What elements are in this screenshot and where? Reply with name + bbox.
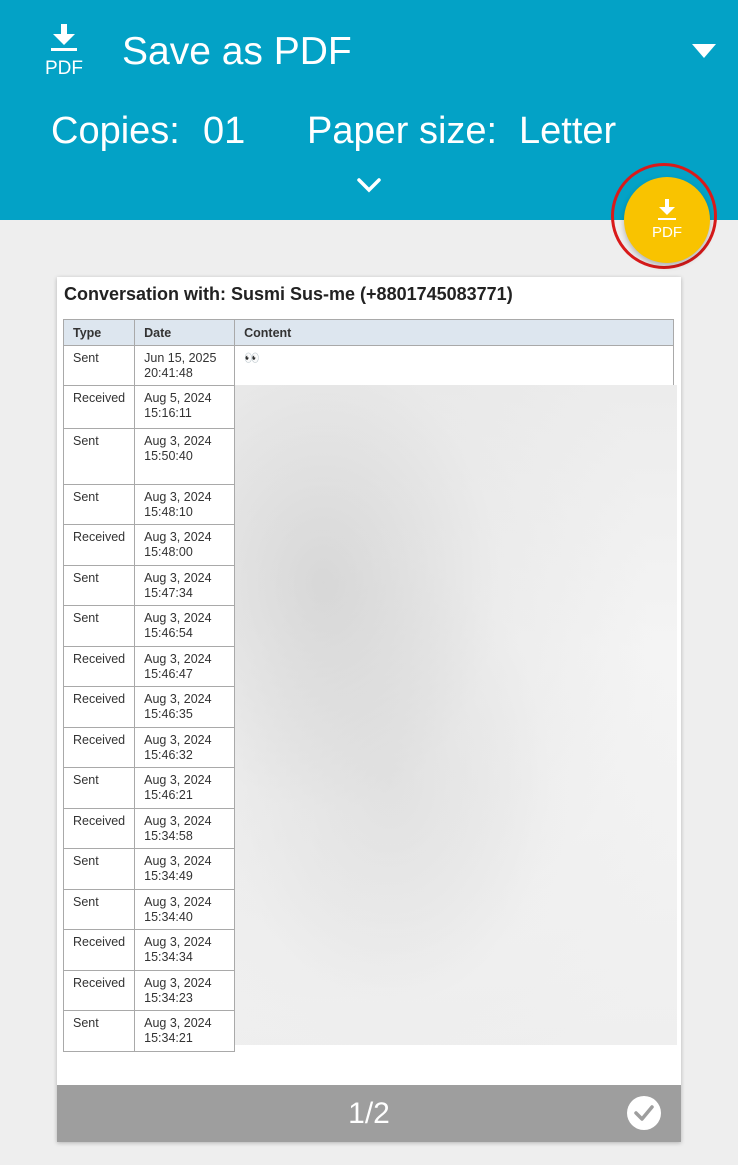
row-date-time: 15:46:54 xyxy=(144,626,193,640)
row-date-time: 15:48:00 xyxy=(144,545,193,559)
row-date-day: Aug 3, 2024 xyxy=(144,611,212,625)
row-type: Received xyxy=(62,727,136,768)
row-date: Aug 3, 2024 15:47:34 xyxy=(134,565,236,606)
row-date: Aug 5, 2024 15:16:11 xyxy=(134,385,236,429)
row-type: Sent xyxy=(62,345,136,386)
chevron-down-icon[interactable] xyxy=(356,176,382,194)
row-date: Aug 3, 2024 15:46:32 xyxy=(134,727,236,768)
row-date: Aug 3, 2024 15:34:21 xyxy=(134,1010,236,1052)
row-date-day: Jun 15, 2025 xyxy=(144,351,217,365)
row-date-day: Aug 3, 2024 xyxy=(144,1016,212,1030)
row-date: Aug 3, 2024 15:46:35 xyxy=(134,686,236,728)
row-date-day: Aug 3, 2024 xyxy=(144,692,212,706)
row-content: 👀 xyxy=(234,345,674,386)
row-date-time: 15:34:49 xyxy=(144,869,193,883)
row-date: Aug 3, 2024 15:34:40 xyxy=(134,889,236,930)
pdf-download-icon: PDF xyxy=(45,24,83,78)
row-date-day: Aug 3, 2024 xyxy=(144,733,212,747)
row-date-time: 15:46:21 xyxy=(144,788,193,802)
pdf-icon-text: PDF xyxy=(45,58,83,78)
row-type: Sent xyxy=(62,605,136,647)
destination-dropdown-icon[interactable] xyxy=(692,44,716,58)
row-date-time: 15:46:32 xyxy=(144,748,193,762)
row-date-time: 20:41:48 xyxy=(144,366,193,380)
row-date-day: Aug 3, 2024 xyxy=(144,434,212,448)
row-date: Aug 3, 2024 15:46:47 xyxy=(134,646,236,687)
row-date-day: Aug 3, 2024 xyxy=(144,773,212,787)
row-type: Received xyxy=(62,929,136,971)
row-date: Aug 3, 2024 15:34:34 xyxy=(134,929,236,971)
paper-size-label: Paper size: xyxy=(307,110,498,152)
row-date: Aug 3, 2024 15:46:54 xyxy=(134,605,236,647)
row-date-time: 15:48:10 xyxy=(144,505,193,519)
row-type: Sent xyxy=(62,848,136,890)
paper-size-value[interactable]: Letter xyxy=(519,108,616,154)
row-date-day: Aug 3, 2024 xyxy=(144,976,212,990)
row-type: Received xyxy=(62,385,136,429)
pdf-page-preview[interactable]: Conversation with: Susmi Sus-me (+880174… xyxy=(57,277,681,1142)
destination-title[interactable]: Save as PDF xyxy=(122,28,352,76)
page-indicator: 1/2 xyxy=(348,1097,390,1130)
row-type: Sent xyxy=(62,889,136,930)
column-header-date: Date xyxy=(134,319,236,346)
row-date-day: Aug 3, 2024 xyxy=(144,490,212,504)
pdf-download-icon: PDF xyxy=(652,199,682,241)
row-date: Aug 3, 2024 15:46:21 xyxy=(134,767,236,809)
redacted-content-area xyxy=(235,385,677,1045)
column-header-content: Content xyxy=(234,319,674,346)
row-date-day: Aug 3, 2024 xyxy=(144,935,212,949)
row-date-time: 15:47:34 xyxy=(144,586,193,600)
row-date-time: 15:34:58 xyxy=(144,829,193,843)
row-date: Aug 3, 2024 15:48:10 xyxy=(134,484,236,525)
row-date-day: Aug 3, 2024 xyxy=(144,895,212,909)
row-date-day: Aug 3, 2024 xyxy=(144,814,212,828)
row-type: Received xyxy=(62,524,136,566)
row-date: Aug 3, 2024 15:50:40 xyxy=(134,428,236,485)
row-date: Aug 3, 2024 15:34:23 xyxy=(134,970,236,1011)
column-header-type: Type xyxy=(62,319,136,346)
row-date-time: 15:34:23 xyxy=(144,991,193,1005)
row-type: Sent xyxy=(62,484,136,525)
row-type: Received xyxy=(62,970,136,1011)
row-date: Jun 15, 2025 20:41:48 xyxy=(134,345,236,386)
row-date-day: Aug 5, 2024 xyxy=(144,391,212,405)
row-type: Received xyxy=(62,808,136,849)
row-date-time: 15:46:47 xyxy=(144,667,193,681)
row-date-time: 15:46:35 xyxy=(144,707,193,721)
copies-label: Copies: xyxy=(51,110,180,152)
row-date-time: 15:34:40 xyxy=(144,910,193,924)
row-date-time: 15:34:21 xyxy=(144,1031,193,1045)
check-circle-icon[interactable] xyxy=(627,1096,661,1130)
download-pdf-button[interactable]: PDF xyxy=(624,177,710,263)
row-date-time: 15:34:34 xyxy=(144,950,193,964)
row-type: Sent xyxy=(62,428,136,485)
conversation-title: Conversation with: Susmi Sus-me (+880174… xyxy=(64,284,513,304)
table-row: Sent Jun 15, 2025 20:41:48 👀 xyxy=(62,345,674,386)
row-date: Aug 3, 2024 15:34:49 xyxy=(134,848,236,890)
row-type: Sent xyxy=(62,565,136,606)
row-type: Received xyxy=(62,646,136,687)
row-date-day: Aug 3, 2024 xyxy=(144,530,212,544)
row-type: Received xyxy=(62,686,136,728)
row-date-day: Aug 3, 2024 xyxy=(144,652,212,666)
row-date-day: Aug 3, 2024 xyxy=(144,854,212,868)
copies-value[interactable]: 01 xyxy=(203,108,245,154)
row-date: Aug 3, 2024 15:48:00 xyxy=(134,524,236,566)
row-type: Sent xyxy=(62,767,136,809)
row-date: Aug 3, 2024 15:34:58 xyxy=(134,808,236,849)
row-date-time: 15:16:11 xyxy=(144,406,192,420)
fab-label: PDF xyxy=(652,224,682,241)
row-type: Sent xyxy=(62,1010,136,1052)
page-footer: 1/2 xyxy=(57,1085,681,1142)
row-date-day: Aug 3, 2024 xyxy=(144,571,212,585)
row-date-time: 15:50:40 xyxy=(144,449,193,463)
